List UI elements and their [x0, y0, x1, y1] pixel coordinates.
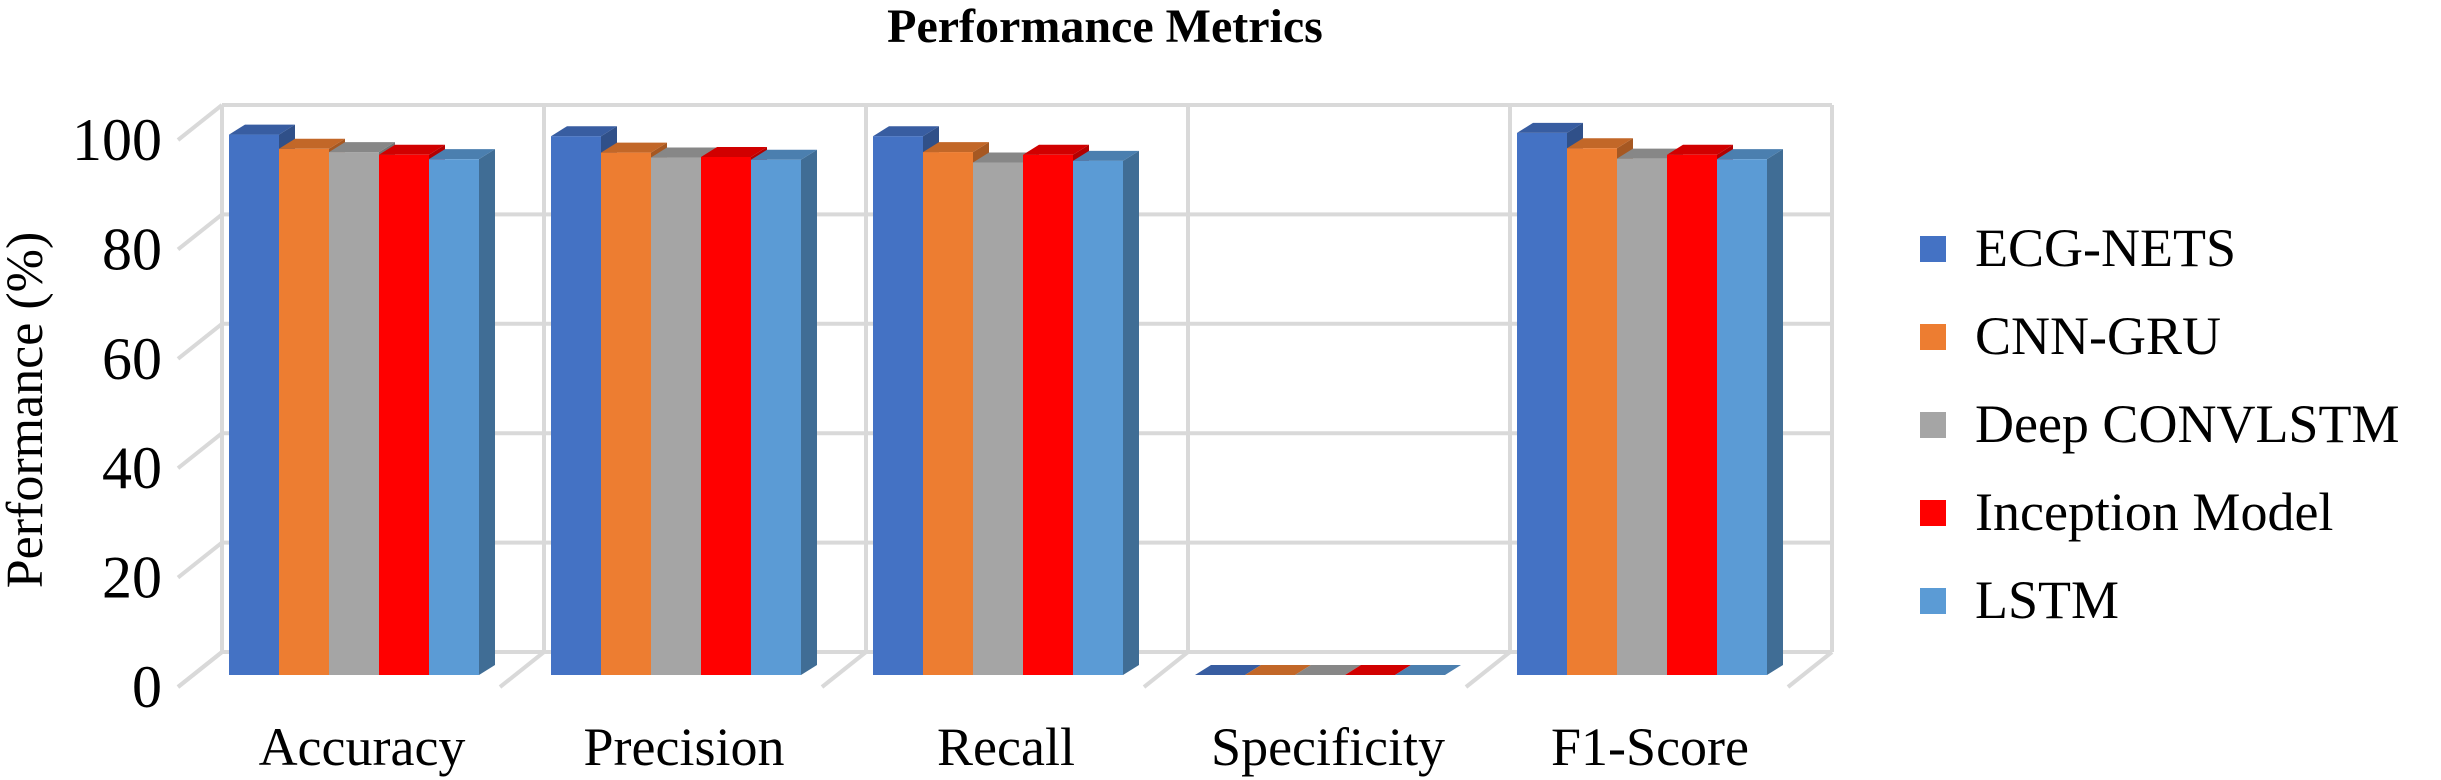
legend-label: Deep CONVLSTM [1975, 394, 2399, 454]
y-axis-ticks: 0 20 40 60 80 100 [72, 107, 162, 720]
legend-label: CNN-GRU [1975, 306, 2221, 366]
y-tick-label: 60 [102, 326, 162, 392]
bar-group-recall [873, 126, 1139, 676]
bar-group-accuracy [229, 124, 495, 676]
floor-divider [176, 650, 224, 689]
legend-swatch [1920, 324, 1946, 350]
y-tick-label: 100 [72, 107, 162, 173]
bar-inception-model [1667, 154, 1717, 676]
bar-lstm [429, 159, 479, 675]
bar-ecg-nets [551, 136, 601, 675]
bar-ecg-nets [873, 136, 923, 675]
floor-divider [1464, 650, 1512, 689]
x-tick-label: Accuracy [259, 717, 466, 777]
legend-swatch [1920, 588, 1946, 614]
bar-side [479, 149, 495, 675]
legend-item: ECG-NETS [1920, 218, 2236, 278]
bar-cnn-gru [279, 148, 329, 675]
bar-lstm [751, 159, 801, 675]
gridline-side [176, 541, 224, 580]
y-tick-label: 40 [102, 435, 162, 501]
floor-divider [1142, 650, 1190, 689]
legend-item: CNN-GRU [1920, 306, 2221, 366]
bar-inception-model [379, 154, 429, 676]
legend: ECG-NETS CNN-GRU Deep CONVLSTM Inception Mo… [1920, 218, 2399, 630]
legend-label: Inception Model [1975, 482, 2333, 542]
legend-item: Deep CONVLSTM [1920, 394, 2399, 454]
legend-swatch [1920, 412, 1946, 438]
y-axis-label: Performance (%) [0, 232, 54, 589]
legend-label: ECG-NETS [1975, 218, 2236, 278]
y-tick-label: 20 [102, 545, 162, 611]
bar-cnn-gru [601, 152, 651, 676]
legend-swatch [1920, 236, 1946, 262]
gridline-side [176, 212, 224, 251]
floor-divider [820, 650, 868, 689]
gridline-side [176, 103, 224, 142]
floor-divider [498, 650, 546, 689]
bar-deep-convlstm [329, 152, 379, 675]
bar-inception-model [1023, 154, 1073, 676]
x-tick-label: Precision [584, 717, 785, 777]
x-tick-label: F1-Score [1551, 717, 1749, 777]
legend-swatch [1920, 500, 1946, 526]
legend-item: LSTM [1920, 570, 2119, 630]
legend-item: Inception Model [1920, 482, 2333, 542]
chart-title: Performance Metrics [887, 0, 1323, 53]
x-tick-label: Recall [937, 717, 1075, 777]
bar-deep-convlstm [651, 157, 701, 676]
bar-group-f1-score [1517, 122, 1783, 676]
bar-lstm [1717, 159, 1767, 675]
y-tick-label: 80 [102, 216, 162, 282]
bar-side [801, 149, 817, 675]
x-axis-labels: Accuracy Precision Recall Specificity F1-Sco… [259, 717, 1749, 777]
bar-cnn-gru [923, 152, 973, 675]
bar-deep-convlstm [973, 162, 1023, 675]
bars [229, 122, 1783, 676]
x-tick-label: Specificity [1211, 717, 1445, 777]
bar-ecg-nets [1517, 132, 1567, 676]
floor-divider [1786, 650, 1834, 689]
bar-lstm [1073, 160, 1123, 675]
gridline-side [176, 322, 224, 361]
performance-metrics-chart: Performance Metrics Performance (%) 0 20 4… [0, 0, 2399, 777]
bar-inception-model [701, 156, 751, 676]
y-tick-label: 0 [132, 654, 162, 720]
gridline-side [176, 431, 224, 470]
bar-side [1123, 150, 1139, 675]
bar-group-specificity [1195, 665, 1461, 675]
bar-group-precision [551, 126, 817, 676]
bar-cnn-gru [1567, 148, 1617, 675]
bar-ecg-nets [229, 134, 279, 676]
legend-label: LSTM [1975, 570, 2119, 630]
bar-side [1767, 149, 1783, 675]
bar-deep-convlstm [1617, 158, 1667, 675]
